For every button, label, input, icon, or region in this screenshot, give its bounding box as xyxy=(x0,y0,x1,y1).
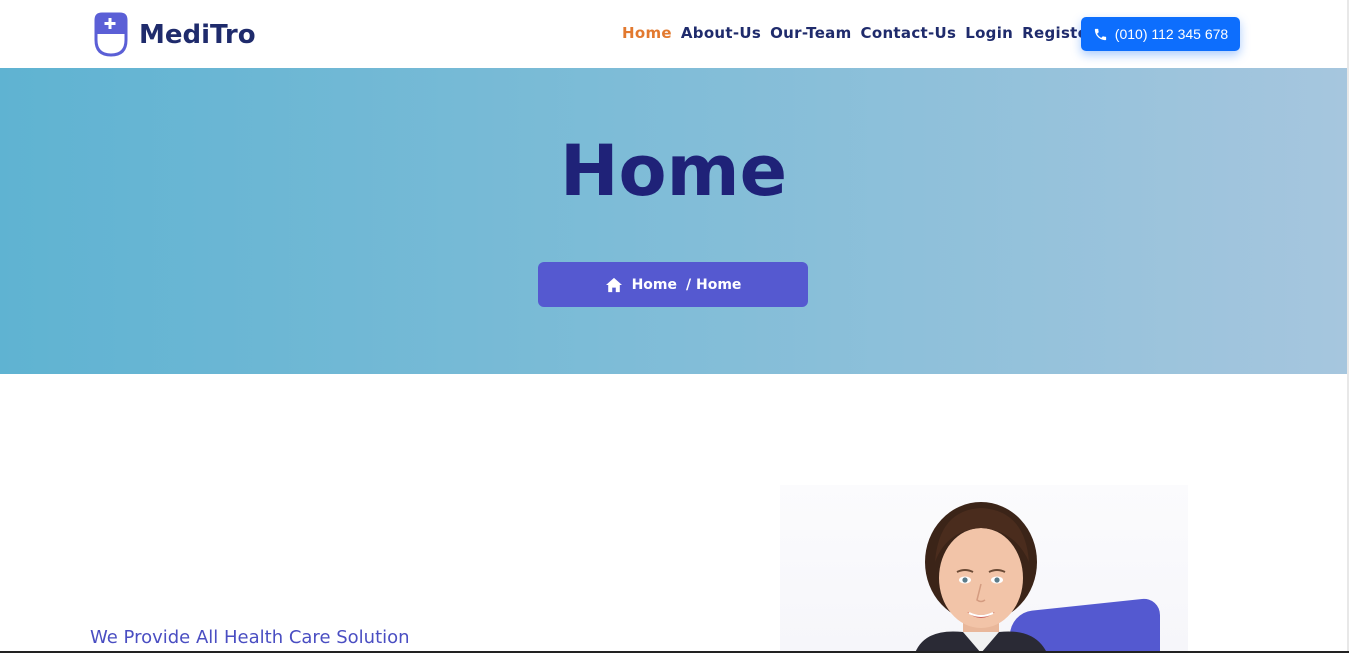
nav-login[interactable]: Login xyxy=(965,24,1013,42)
phone-button[interactable]: (010) 112 345 678 xyxy=(1081,17,1240,51)
doctor-portrait-image xyxy=(915,502,1047,653)
medical-logo-icon xyxy=(94,12,128,57)
brand-name: MediTro xyxy=(139,19,256,50)
main-nav: Home About-Us Our-Team Contact-Us Login … xyxy=(622,24,1105,42)
nav-contact-us[interactable]: Contact-Us xyxy=(861,24,957,42)
site-header: MediTro Home About-Us Our-Team Contact-U… xyxy=(0,0,1349,68)
nav-our-team[interactable]: Our-Team xyxy=(770,24,851,42)
home-icon xyxy=(605,277,622,292)
page-title: Home xyxy=(559,130,788,212)
breadcrumb-home-link[interactable]: Home xyxy=(632,277,677,293)
hero-banner: Home Home / Home xyxy=(0,68,1347,374)
section-tagline: We Provide All Health Care Solution xyxy=(90,627,410,648)
breadcrumb-current: / Home xyxy=(686,276,742,293)
brand-logo[interactable]: MediTro xyxy=(93,12,256,57)
breadcrumb: Home / Home xyxy=(538,262,808,307)
nav-home[interactable]: Home xyxy=(622,24,672,42)
phone-icon xyxy=(1094,28,1106,40)
phone-number: (010) 112 345 678 xyxy=(1114,26,1229,42)
nav-about-us[interactable]: About-Us xyxy=(681,24,761,42)
